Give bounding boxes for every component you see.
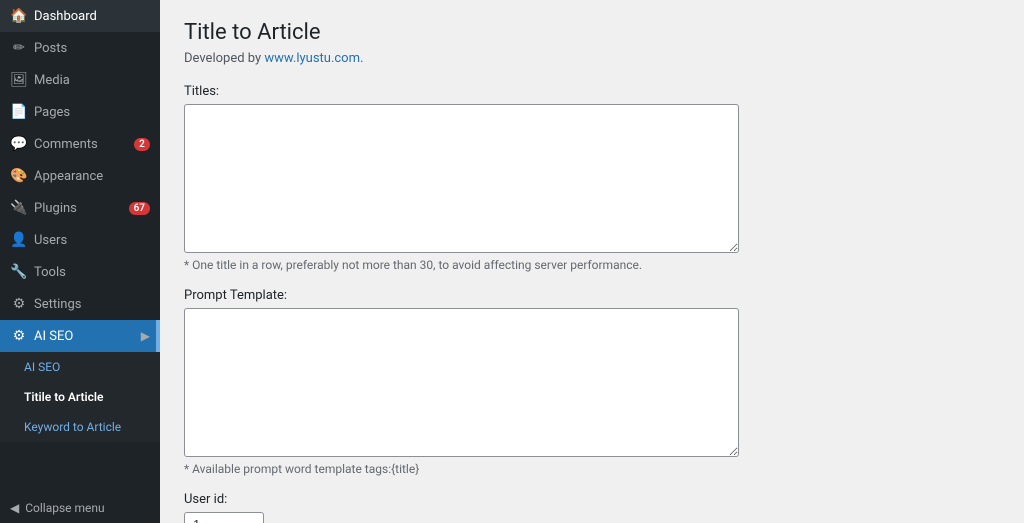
sidebar-item-users[interactable]: 👤 Users (0, 224, 160, 256)
main-content: Title to Article Developed by www.lyustu… (160, 0, 1024, 523)
plugins-icon: 🔌 (10, 200, 28, 216)
sidebar-item-dashboard[interactable]: 🏠 Dashboard (0, 0, 160, 32)
sidebar-item-aiseo[interactable]: ⚙ AI SEO ▶ (0, 320, 160, 352)
userid-label: User id: (184, 492, 1000, 507)
sidebar-item-label: Settings (34, 297, 150, 312)
comments-badge: 2 (134, 138, 150, 151)
aiseo-icon: ⚙ (10, 328, 28, 344)
userid-input[interactable] (184, 512, 264, 523)
submenu-item-keyword-to-article[interactable]: Keyword to Article (0, 412, 160, 442)
prompt-field-block: Prompt Template: * Available prompt word… (184, 288, 1000, 476)
submenu-label: Titile to Article (24, 390, 150, 404)
settings-icon: ⚙ (10, 296, 28, 312)
titles-field-block: Titles: * One title in a row, preferably… (184, 84, 1000, 272)
prompt-hint: * Available prompt word template tags:{t… (184, 462, 1000, 476)
sidebar-item-label: Dashboard (34, 9, 150, 24)
titles-label: Titles: (184, 84, 1000, 99)
sidebar-item-posts[interactable]: ✏ Posts (0, 32, 160, 64)
sidebar-item-appearance[interactable]: 🎨 Appearance (0, 160, 160, 192)
media-icon: 🖼 (10, 72, 28, 88)
users-icon: 👤 (10, 232, 28, 248)
appearance-icon: 🎨 (10, 168, 28, 184)
sidebar-item-label: Appearance (34, 169, 150, 184)
posts-icon: ✏ (10, 40, 28, 56)
sidebar-item-label: Media (34, 73, 150, 88)
aiseo-submenu: AI SEO Titile to Article Keyword to Arti… (0, 352, 160, 442)
submenu-label: AI SEO (24, 360, 150, 374)
chevron-right-icon: ▶ (141, 329, 150, 343)
collapse-label: Collapse menu (25, 501, 104, 515)
comments-icon: 💬 (10, 136, 28, 152)
developed-by: Developed by www.lyustu.com. (184, 51, 1000, 66)
tools-icon: 🔧 (10, 264, 28, 280)
sidebar-item-pages[interactable]: 📄 Pages (0, 96, 160, 128)
sidebar-item-label: Tools (34, 265, 150, 280)
prompt-textarea[interactable] (184, 308, 739, 457)
sidebar-item-tools[interactable]: 🔧 Tools (0, 256, 160, 288)
page-title: Title to Article (184, 20, 1000, 45)
dashboard-icon: 🏠 (10, 8, 28, 24)
submenu-item-title-to-article[interactable]: Titile to Article (0, 382, 160, 412)
sidebar-item-label: Plugins (34, 201, 123, 216)
titles-textarea[interactable] (184, 104, 739, 253)
sidebar-item-comments[interactable]: 💬 Comments 2 (0, 128, 160, 160)
sidebar-item-label: Pages (34, 105, 150, 120)
submenu-label: Keyword to Article (24, 420, 150, 434)
sidebar-item-label: Comments (34, 137, 128, 152)
sidebar-item-settings[interactable]: ⚙ Settings (0, 288, 160, 320)
prompt-label: Prompt Template: (184, 288, 1000, 303)
sidebar-item-label: Users (34, 233, 150, 248)
plugins-badge: 67 (129, 202, 150, 215)
collapse-icon: ◀ (10, 501, 19, 515)
sidebar: 🏠 Dashboard ✏ Posts 🖼 Media 📄 Pages 💬 Co… (0, 0, 160, 523)
userid-field-block: User id: * Who will publish. Specify a u… (184, 492, 1000, 523)
titles-hint: * One title in a row, preferably not mor… (184, 258, 1000, 272)
pages-icon: 📄 (10, 104, 28, 120)
developed-by-prefix: Developed by (184, 51, 264, 66)
sidebar-item-plugins[interactable]: 🔌 Plugins 67 (0, 192, 160, 224)
sidebar-item-label: Posts (34, 41, 150, 56)
sidebar-item-label: AI SEO (34, 329, 135, 344)
developed-by-link[interactable]: www.lyustu.com (264, 51, 360, 66)
sidebar-item-media[interactable]: 🖼 Media (0, 64, 160, 96)
submenu-item-aiseo[interactable]: AI SEO (0, 352, 160, 382)
collapse-menu-button[interactable]: ◀ Collapse menu (0, 493, 160, 523)
developed-by-suffix: . (360, 51, 363, 66)
